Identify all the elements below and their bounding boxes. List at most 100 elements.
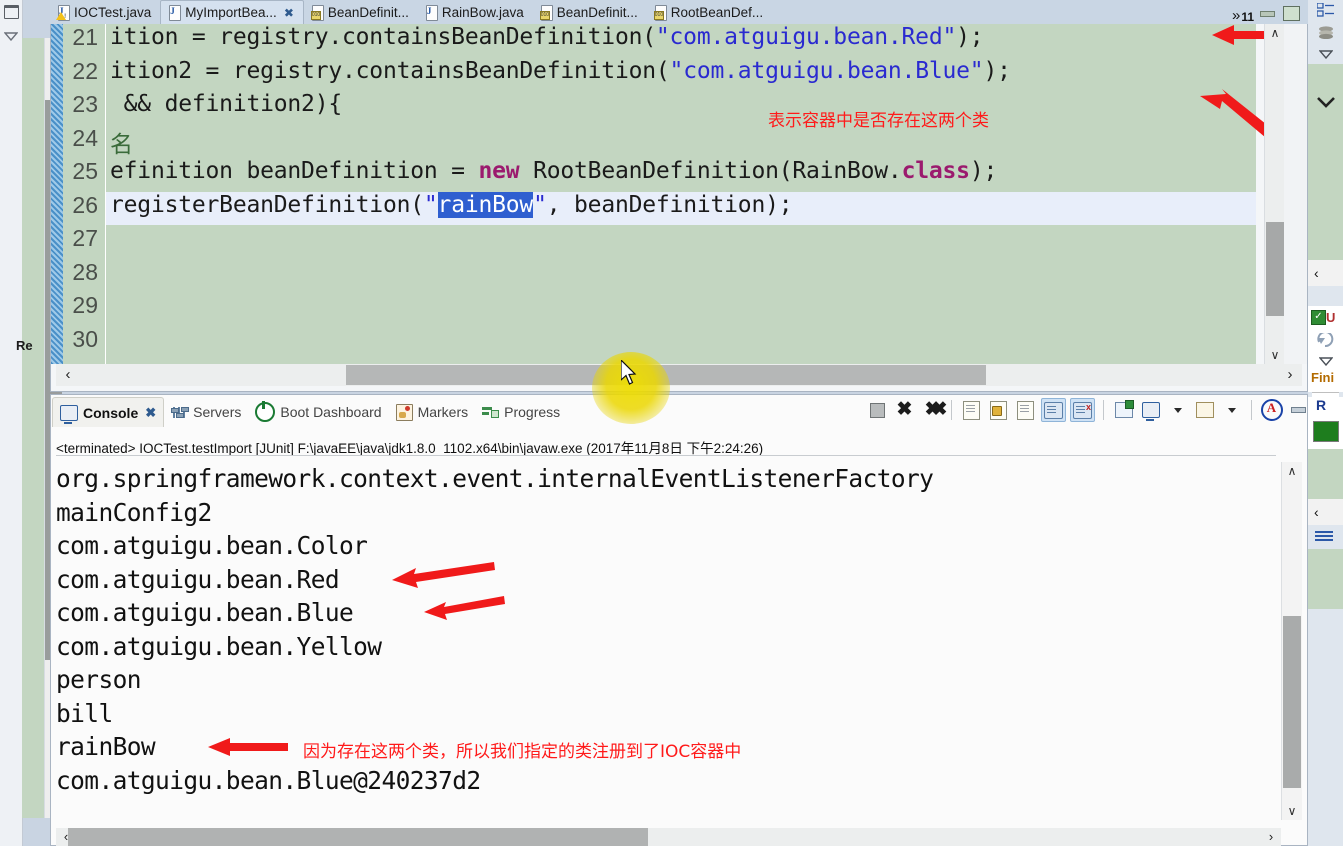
chevron-down-icon[interactable] bbox=[1308, 64, 1343, 122]
code-text-area[interactable]: ition = registry.containsBeanDefinition(… bbox=[106, 24, 1256, 364]
scroll-right-arrow[interactable]: › bbox=[1261, 828, 1281, 846]
show-console-on-error-button[interactable] bbox=[1070, 398, 1095, 422]
code-token: rainBow bbox=[437, 191, 534, 218]
close-icon[interactable]: ✖ bbox=[145, 405, 156, 421]
java-file-icon: J bbox=[425, 5, 438, 21]
scroll-down-arrow[interactable]: ∨ bbox=[1265, 346, 1285, 364]
chevron-down-icon[interactable] bbox=[1308, 352, 1343, 370]
console-line: com.atguigu.bean.Blue@240237d2 bbox=[56, 765, 481, 795]
display-selected-console-dropdown[interactable] bbox=[1166, 399, 1189, 421]
pin-console-button[interactable] bbox=[1112, 399, 1135, 421]
console-vertical-scrollbar[interactable]: ∧ ∨ bbox=[1281, 462, 1302, 820]
minimize-view-button[interactable] bbox=[1287, 399, 1310, 421]
code-line[interactable] bbox=[106, 292, 1256, 326]
editor-horizontal-scrollbar[interactable]: ‹ › bbox=[56, 364, 1302, 386]
scroll-lock-button[interactable] bbox=[1041, 398, 1066, 422]
editor-tab-rainbow[interactable]: J RainBow.java bbox=[418, 1, 533, 24]
tab-markers[interactable]: Markers bbox=[389, 398, 476, 427]
remove-launch-button[interactable]: ✖ bbox=[893, 399, 916, 421]
markers-icon bbox=[395, 403, 413, 421]
restore-view-icon[interactable] bbox=[0, 0, 22, 24]
code-line[interactable]: efinition beanDefinition = new RootBeanD… bbox=[106, 158, 1256, 192]
tab-label: Markers bbox=[417, 404, 469, 420]
editor-change-marker-bar bbox=[51, 24, 63, 364]
chevron-down-icon[interactable] bbox=[0, 24, 22, 48]
tab-progress[interactable]: Progress bbox=[475, 398, 567, 427]
scroll-up-arrow[interactable]: ∧ bbox=[1282, 462, 1302, 480]
tab-console[interactable]: Console ✖ bbox=[52, 397, 165, 427]
code-line[interactable]: 名 bbox=[106, 125, 1256, 159]
outline-view-icon[interactable] bbox=[1308, 0, 1343, 20]
chevron-down-icon bbox=[1227, 407, 1236, 413]
code-line-current[interactable]: registerBeanDefinition("rainBow", beanDe… bbox=[106, 191, 1256, 225]
scroll-left-arrow[interactable]: ‹ bbox=[56, 364, 80, 386]
console-output-text[interactable]: org.springframework.context.event.intern… bbox=[56, 462, 1266, 820]
display-selected-console-button[interactable] bbox=[1139, 399, 1162, 421]
collapse-left-button[interactable]: ‹ bbox=[1308, 260, 1343, 286]
at-circle-icon: A bbox=[1260, 399, 1283, 421]
scroll-up-arrow[interactable]: ∧ bbox=[1265, 24, 1285, 42]
collapse-left-button[interactable]: ‹ bbox=[1308, 499, 1343, 525]
console-horizontal-scrollbar[interactable]: ‹ › bbox=[56, 828, 1281, 846]
progress-icon bbox=[482, 406, 500, 419]
mouse-cursor bbox=[621, 360, 637, 385]
code-token: ition = registry.containsBeanDefinition( bbox=[110, 24, 656, 50]
editor-tab-bar: J IOCTest.java J MyImportBea... ✖ 010 Be… bbox=[50, 0, 1308, 24]
editor-tab-label: IOCTest.java bbox=[74, 5, 152, 20]
editor-vertical-scrollbar[interactable]: ∧ ∨ bbox=[1264, 24, 1285, 364]
class-file-icon: 010 bbox=[653, 5, 667, 21]
scrollbar-thumb[interactable] bbox=[1283, 616, 1301, 788]
wrap-doc-icon bbox=[1017, 400, 1034, 420]
code-line[interactable] bbox=[106, 326, 1256, 360]
code-token: " bbox=[533, 191, 547, 218]
editor-tab-label: RainBow.java bbox=[441, 5, 524, 20]
scroll-right-arrow[interactable]: › bbox=[1278, 364, 1302, 386]
editor-tab-rootbeandefinition[interactable]: 010 RootBeanDef... bbox=[647, 1, 772, 24]
toolbar-separator bbox=[1103, 400, 1104, 420]
code-token: ); bbox=[956, 24, 984, 50]
rerun-icon[interactable] bbox=[1308, 328, 1343, 352]
editor-tab-beandefinition-1[interactable]: 010 BeanDefinit... bbox=[304, 1, 418, 24]
editor-tab-ioctest[interactable]: J IOCTest.java bbox=[50, 1, 160, 24]
scrollbar-thumb[interactable] bbox=[1266, 222, 1284, 316]
code-line[interactable] bbox=[106, 259, 1256, 293]
editor-tab-label: MyImportBea... bbox=[185, 5, 277, 20]
editor-tab-myimportbean[interactable]: J MyImportBea... ✖ bbox=[160, 0, 304, 24]
ansi-console-button[interactable]: A bbox=[1260, 399, 1283, 421]
code-line[interactable]: ition = registry.containsBeanDefinition(… bbox=[106, 24, 1256, 58]
close-icon[interactable]: ✖ bbox=[284, 6, 294, 20]
open-console-button[interactable] bbox=[1193, 399, 1216, 421]
junit-runs-label-row: R bbox=[1308, 397, 1343, 421]
editor-tab-beandefinition-2[interactable]: 010 BeanDefinit... bbox=[533, 1, 647, 24]
chevron-down-icon[interactable] bbox=[1308, 44, 1343, 64]
junit-tree-body bbox=[1308, 449, 1343, 499]
junit-view-icon[interactable]: ✓ U bbox=[1308, 306, 1343, 328]
code-token: RootBeanDefinition(RainBow. bbox=[519, 158, 902, 184]
java-file-icon: J bbox=[168, 5, 182, 21]
annotation-arrow-icon bbox=[208, 738, 288, 756]
word-wrap-button[interactable] bbox=[1014, 399, 1037, 421]
junit-label: U bbox=[1326, 309, 1336, 325]
scroll-down-arrow[interactable]: ∨ bbox=[1282, 802, 1302, 820]
code-token: registerBeanDefinition( bbox=[110, 191, 424, 218]
code-token: efinition beanDefinition = bbox=[110, 158, 479, 184]
stack-icon[interactable] bbox=[1308, 20, 1343, 44]
clear-console-button[interactable] bbox=[960, 399, 983, 421]
code-token: " bbox=[423, 191, 438, 218]
scrollbar-thumb[interactable] bbox=[68, 828, 648, 846]
console-line: com.atguigu.bean.Blue bbox=[56, 598, 354, 627]
minimize-icon[interactable] bbox=[1260, 10, 1275, 17]
terminate-button[interactable] bbox=[866, 399, 889, 421]
tab-servers[interactable]: Servers bbox=[164, 398, 248, 427]
maximize-icon[interactable] bbox=[1283, 6, 1300, 21]
open-console-dropdown[interactable] bbox=[1220, 399, 1243, 421]
remove-all-terminated-button[interactable]: ✖✖ bbox=[920, 399, 948, 421]
code-line[interactable]: && definition2){ bbox=[106, 91, 1256, 125]
hamburger-icon[interactable] bbox=[1308, 525, 1343, 549]
code-line[interactable]: ition2 = registry.containsBeanDefinition… bbox=[106, 58, 1256, 92]
tab-boot-dashboard[interactable]: Boot Dashboard bbox=[248, 398, 388, 427]
rail-gap bbox=[1308, 286, 1343, 306]
rail-bottom-body bbox=[1308, 549, 1343, 609]
code-line[interactable] bbox=[106, 225, 1256, 259]
lock-scroll-button[interactable] bbox=[987, 399, 1010, 421]
